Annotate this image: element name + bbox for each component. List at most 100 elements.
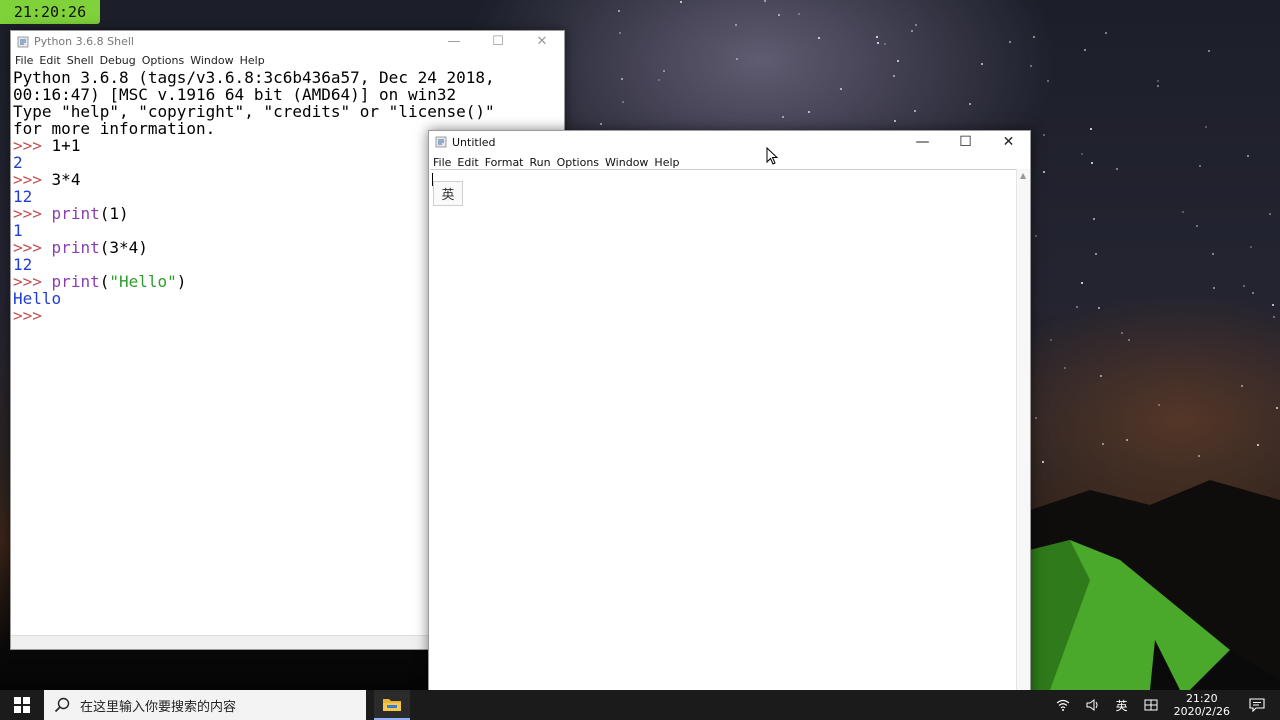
wallpaper-star bbox=[1208, 50, 1210, 52]
wallpaper-star bbox=[1182, 211, 1184, 213]
menu-window[interactable]: Window bbox=[188, 54, 237, 67]
folder-icon bbox=[383, 699, 401, 711]
prompt: >>> bbox=[13, 306, 42, 325]
minimize-button[interactable]: — bbox=[432, 31, 476, 52]
menu-edit[interactable]: Edit bbox=[455, 156, 482, 169]
wallpaper-star bbox=[1084, 49, 1086, 51]
wallpaper-star bbox=[1205, 126, 1207, 128]
wallpaper-star bbox=[981, 63, 983, 65]
wallpaper-star bbox=[1043, 171, 1045, 173]
wallpaper-star bbox=[618, 10, 620, 12]
ime-grid-icon[interactable] bbox=[1144, 699, 1158, 711]
wallpaper-star bbox=[1241, 385, 1243, 387]
wallpaper-star bbox=[1043, 134, 1045, 136]
maximize-button[interactable]: ☐ bbox=[476, 31, 520, 52]
search-icon bbox=[54, 697, 70, 713]
wallpaper-star bbox=[1090, 128, 1092, 130]
taskbar-search-box[interactable]: 在这里输入你要搜索的内容 bbox=[44, 690, 366, 720]
system-tray: 英 21:20 2020/2/26 bbox=[1048, 690, 1280, 720]
wallpaper-star bbox=[1157, 85, 1159, 87]
menu-debug[interactable]: Debug bbox=[98, 54, 140, 67]
menu-help[interactable]: Help bbox=[238, 54, 269, 67]
input-function: print bbox=[51, 204, 100, 223]
wallpaper-star bbox=[1093, 218, 1095, 220]
wallpaper-star bbox=[600, 123, 602, 125]
wallpaper-star bbox=[914, 110, 916, 112]
wallpaper-star bbox=[897, 60, 899, 62]
tray-clock[interactable]: 21:20 2020/2/26 bbox=[1174, 692, 1230, 718]
wallpaper-star bbox=[840, 88, 842, 90]
wallpaper-star bbox=[764, 0, 766, 2]
menu-window[interactable]: Window bbox=[603, 156, 652, 169]
start-button[interactable] bbox=[0, 690, 44, 720]
minimize-button[interactable]: — bbox=[901, 131, 944, 153]
wallpaper-star bbox=[1272, 304, 1274, 306]
wallpaper-star bbox=[663, 70, 665, 72]
menu-edit[interactable]: Edit bbox=[37, 54, 64, 67]
wallpaper-star bbox=[911, 30, 913, 32]
recording-clock: 21:20:26 bbox=[0, 0, 100, 24]
input-code: 3*4 bbox=[51, 170, 81, 189]
tray-time: 21:20 bbox=[1185, 692, 1218, 705]
wallpaper-star bbox=[1252, 292, 1254, 294]
editor-titlebar[interactable]: Untitled — ☐ ✕ bbox=[429, 131, 1030, 153]
menu-options[interactable]: Options bbox=[140, 54, 188, 67]
menu-file[interactable]: File bbox=[13, 54, 37, 67]
wallpaper-star bbox=[1273, 316, 1275, 318]
wallpaper-star bbox=[1033, 36, 1035, 38]
menu-help[interactable]: Help bbox=[652, 156, 683, 169]
taskbar-file-explorer[interactable] bbox=[374, 690, 410, 720]
wallpaper-star bbox=[1250, 246, 1252, 248]
input-code: 1+1 bbox=[51, 136, 81, 155]
wallpaper-star bbox=[1091, 162, 1093, 164]
wallpaper-star bbox=[969, 103, 971, 105]
menu-file[interactable]: File bbox=[431, 156, 455, 169]
python-app-icon bbox=[17, 36, 29, 47]
wallpaper-star bbox=[1212, 253, 1214, 255]
wallpaper-star bbox=[1100, 375, 1102, 377]
banner-line: Type "help", "copyright", "credits" or "… bbox=[13, 102, 495, 121]
menu-run[interactable]: Run bbox=[528, 156, 555, 169]
menu-format[interactable]: Format bbox=[483, 156, 528, 169]
wallpaper-star bbox=[1095, 253, 1097, 255]
editor-window[interactable]: Untitled — ☐ ✕ File Edit Format Run Opti… bbox=[428, 130, 1031, 720]
editor-text-area[interactable]: 英 bbox=[430, 169, 1016, 720]
input-args: (1) bbox=[99, 204, 129, 223]
wallpaper-star bbox=[1213, 287, 1215, 289]
wallpaper-star bbox=[1257, 444, 1259, 446]
close-button[interactable]: ✕ bbox=[520, 31, 564, 52]
scroll-up-arrow-icon[interactable]: ▲ bbox=[1020, 171, 1026, 180]
input-string: "Hello" bbox=[109, 272, 177, 291]
editor-title: Untitled bbox=[452, 135, 496, 149]
wallpaper-star bbox=[876, 36, 878, 38]
menu-options[interactable]: Options bbox=[555, 156, 603, 169]
wallpaper-star bbox=[658, 79, 660, 81]
wallpaper-star bbox=[798, 13, 800, 15]
tray-ime-language[interactable]: 英 bbox=[1116, 697, 1128, 714]
notification-icon[interactable] bbox=[1244, 698, 1270, 712]
wallpaper-star bbox=[915, 24, 917, 26]
search-placeholder: 在这里输入你要搜索的内容 bbox=[80, 699, 237, 715]
wallpaper-star bbox=[778, 14, 780, 16]
input-paren-close: ) bbox=[176, 272, 187, 291]
wallpaper-star bbox=[808, 111, 810, 113]
wallpaper-star bbox=[1030, 65, 1032, 67]
wallpaper-star bbox=[1081, 153, 1083, 155]
maximize-button[interactable]: ☐ bbox=[944, 131, 987, 153]
wallpaper-star bbox=[782, 116, 784, 118]
editor-vertical-scrollbar[interactable]: ▲ bbox=[1016, 169, 1030, 720]
wallpaper-star bbox=[818, 37, 820, 39]
wallpaper-star bbox=[1076, 306, 1078, 308]
python-app-icon bbox=[435, 136, 447, 148]
menu-shell[interactable]: Shell bbox=[65, 54, 98, 67]
wallpaper-star bbox=[735, 24, 737, 26]
wifi-icon[interactable] bbox=[1056, 699, 1070, 711]
wallpaper-star bbox=[1269, 213, 1271, 215]
shell-titlebar[interactable]: Python 3.6.8 Shell — ☐ ✕ bbox=[11, 31, 564, 52]
speaker-icon[interactable] bbox=[1086, 699, 1100, 711]
wallpaper-star bbox=[1081, 282, 1083, 284]
wallpaper-star bbox=[1198, 455, 1200, 457]
banner-line: Python 3.6.8 (tags/v3.6.8:3c6b436a57, De… bbox=[13, 69, 495, 87]
wallpaper-star bbox=[1199, 165, 1201, 167]
close-button[interactable]: ✕ bbox=[987, 131, 1030, 153]
